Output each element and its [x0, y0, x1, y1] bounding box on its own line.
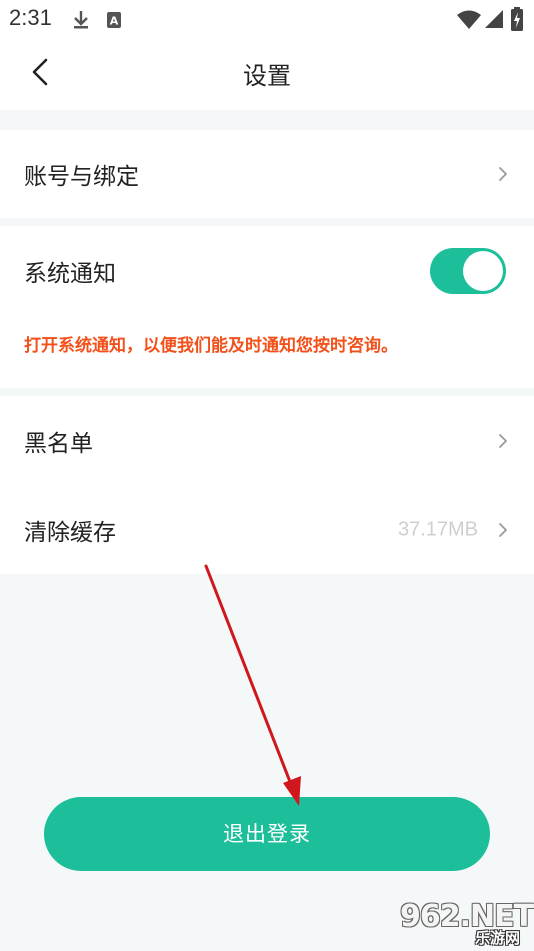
account-binding-label: 账号与绑定: [24, 164, 139, 190]
download-icon: [74, 11, 88, 29]
signal-icon: [485, 10, 503, 28]
toggle-knob: [463, 251, 503, 291]
status-bar: 2:31 A: [0, 0, 534, 38]
svg-text:A: A: [110, 15, 119, 28]
notification-toggle[interactable]: [430, 248, 506, 294]
clear-cache-label: 清除缓存: [24, 520, 116, 546]
wifi-icon: [457, 10, 481, 29]
cache-size: 37.17MB: [397, 518, 478, 541]
account-card: 账号与绑定: [0, 130, 534, 218]
notification-notice: 打开系统通知，以便我们能及时通知您按时咨询。: [24, 336, 398, 356]
page-title: 设置: [243, 62, 291, 90]
chevron-right-icon: [499, 167, 507, 181]
blacklist-label: 黑名单: [24, 431, 93, 457]
status-time: 2:31: [9, 5, 52, 30]
chevron-right-icon: [499, 523, 507, 537]
account-binding-row[interactable]: 账号与绑定: [0, 130, 534, 218]
keyboard-a-icon: A: [107, 12, 121, 28]
clear-cache-row[interactable]: 清除缓存 37.17MB: [0, 486, 534, 574]
nav-bar: 设置: [0, 38, 534, 110]
logout-button[interactable]: 退出登录: [44, 797, 490, 871]
watermark-sub: 乐游网: [474, 929, 520, 947]
watermark-logo: 962.NET 乐游网: [400, 899, 534, 947]
blacklist-row[interactable]: 黑名单: [0, 396, 534, 486]
system-notification-label: 系统通知: [24, 261, 116, 287]
notification-card: 系统通知 打开系统通知，以便我们能及时通知您按时咨询。: [0, 226, 534, 388]
battery-icon: [511, 7, 523, 31]
chevron-right-icon: [499, 434, 507, 448]
misc-card: 黑名单 清除缓存 37.17MB: [0, 396, 534, 574]
